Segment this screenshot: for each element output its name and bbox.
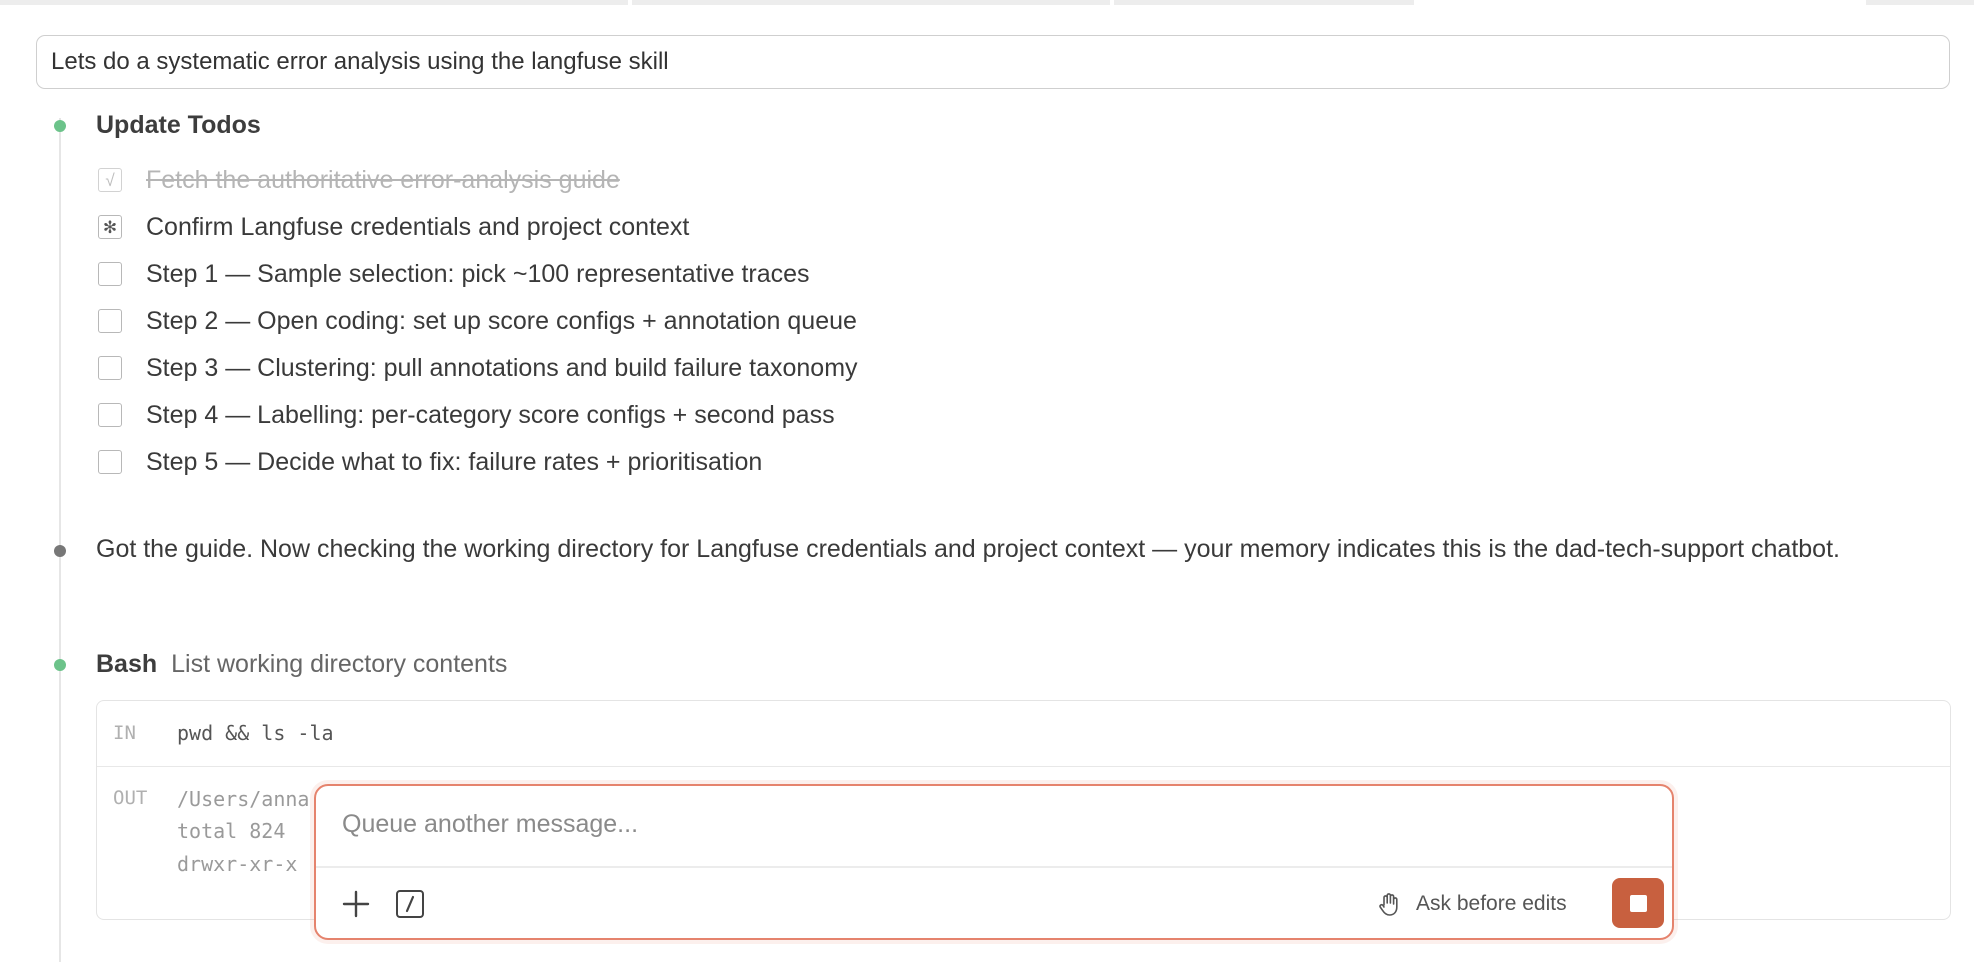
todo-label: Step 2 — Open coding: set up score confi… [146,306,857,335]
todo-checkbox [98,309,122,333]
todos-heading: Update Todos [96,111,261,139]
todo-item: ✻ Confirm Langfuse credentials and projec… [98,207,689,247]
bash-command: pwd && ls -la [177,721,334,745]
tab[interactable] [1114,0,1414,5]
todo-checkbox: √ [98,168,122,192]
out-label: OUT [113,787,148,809]
queue-message-input[interactable] [342,802,1632,846]
queue-message-composer: Ask before edits [314,784,1674,940]
timeline-line [59,118,61,962]
user-prompt: Lets do a systematic error analysis usin… [36,35,1950,89]
tab[interactable] [1866,0,1974,5]
out-line: total 824 [177,819,286,843]
todo-item: Step 5 — Decide what to fix: failure rat… [98,442,762,482]
todo-item: Step 4 — Labelling: per-category score c… [98,395,835,435]
todo-item: √ Fetch the authoritative error-analysis … [98,160,620,200]
ask-before-edits-label: Ask before edits [1416,892,1567,915]
bash-description: List working directory contents [171,650,508,678]
out-line: /Users/anna [177,787,310,811]
todo-item: Step 3 — Clustering: pull annotations an… [98,348,858,388]
todo-checkbox [98,403,122,427]
stop-button[interactable] [1612,878,1664,928]
add-button[interactable] [336,884,376,924]
todo-label: Step 4 — Labelling: per-category score c… [146,400,835,429]
tab[interactable] [632,0,1110,5]
todo-label: Step 1 — Sample selection: pick ~100 rep… [146,259,810,288]
plus-icon [342,890,370,918]
user-prompt-text: Lets do a systematic error analysis usin… [51,48,669,75]
status-dot-message [54,545,66,557]
bash-input-row: IN pwd && ls -la [97,701,1950,767]
status-dot-success [54,659,66,671]
bash-heading: Bash List working directory contents [96,650,507,679]
tab-strip [0,0,1974,5]
todo-item: Step 1 — Sample selection: pick ~100 rep… [98,254,810,294]
todo-label: Fetch the authoritative error-analysis g… [146,165,620,194]
todo-checkbox [98,450,122,474]
todo-label: Confirm Langfuse credentials and project… [146,212,690,241]
bash-title: Bash [96,650,158,678]
todo-label: Step 3 — Clustering: pull annotations an… [146,353,858,382]
todo-checkbox [98,262,122,286]
status-dot-success [54,120,66,132]
stop-icon [1629,894,1647,912]
assistant-message: Got the guide. Now checking the working … [96,535,1840,563]
todo-checkbox: ✻ [98,215,122,239]
out-line: drwxr-xr-x [177,852,298,876]
in-label: IN [113,722,136,744]
slash-command-button[interactable] [390,884,430,924]
hand-icon [1379,893,1398,916]
tab[interactable] [0,0,628,5]
composer-divider [316,866,1672,868]
slash-command-icon [396,890,424,918]
todo-label: Step 5 — Decide what to fix: failure rat… [146,447,763,476]
todo-item: Step 2 — Open coding: set up score confi… [98,301,857,341]
ask-before-edits-toggle[interactable]: Ask before edits [1376,886,1567,922]
todo-checkbox [98,356,122,380]
